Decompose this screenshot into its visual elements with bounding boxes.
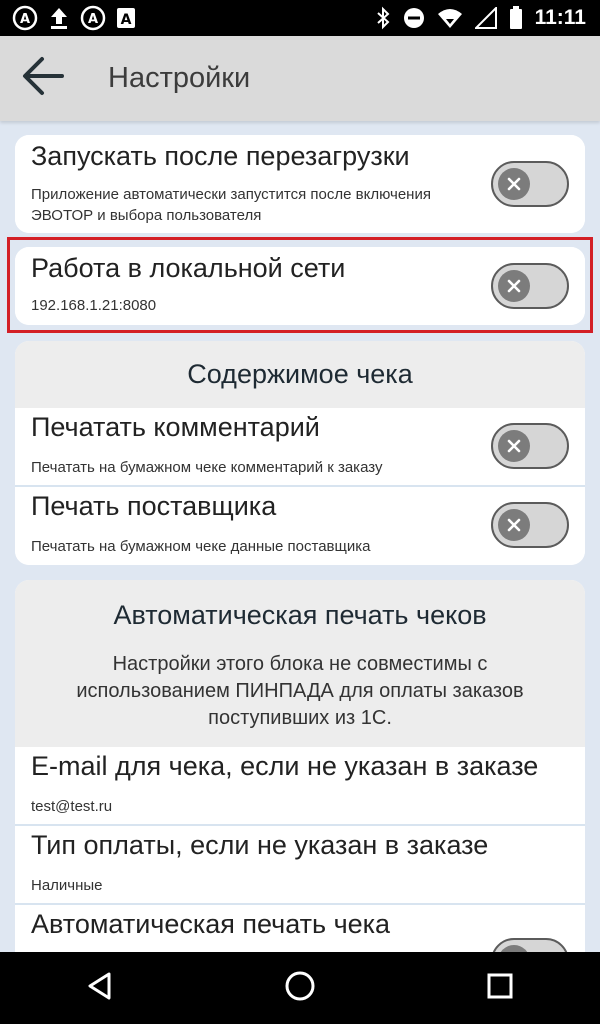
status-time: 11:11 <box>534 6 586 29</box>
wifi-icon <box>437 7 463 29</box>
print-comment-title: Печатать комментарий <box>31 412 320 442</box>
nav-home-icon <box>284 970 316 1007</box>
bluetooth-icon <box>375 6 391 30</box>
email-value: test@test.ru <box>31 798 113 815</box>
local-network-toggle[interactable] <box>491 263 569 309</box>
nav-recents-icon <box>486 972 514 1005</box>
svg-text:A: A <box>121 12 132 28</box>
close-icon <box>498 168 530 200</box>
auto-print-receipt-title: Автоматическая печать чека <box>31 909 391 939</box>
autostart-subtitle: Приложение автоматически запустится посл… <box>31 186 431 224</box>
nav-home-button[interactable] <box>260 958 340 1018</box>
receipt-content-header: Содержимое чека <box>15 341 585 408</box>
app-badge-icon: A <box>80 5 106 31</box>
local-network-title: Работа в локальной сети <box>31 253 346 283</box>
nav-back-button[interactable] <box>60 958 140 1018</box>
print-supplier-title: Печать поставщика <box>31 491 277 521</box>
autostart-title: Запускать после перезагрузки <box>31 141 410 171</box>
autostart-toggle[interactable] <box>491 161 569 207</box>
battery-icon <box>509 6 523 30</box>
do-not-disturb-icon <box>403 7 425 29</box>
settings-list[interactable]: Запускать после перезагрузки Приложение … <box>0 121 600 952</box>
close-icon <box>498 509 530 541</box>
signal-icon <box>474 7 497 29</box>
autostart-row[interactable]: Запускать после перезагрузки Приложение … <box>15 135 585 233</box>
local-network-row[interactable]: Работа в локальной сети 192.168.1.21:808… <box>15 247 585 325</box>
print-comment-row[interactable]: Печатать комментарий Печатать на бумажно… <box>15 408 585 485</box>
close-icon <box>498 270 530 302</box>
upload-icon <box>48 5 70 31</box>
payment-type-value: Наличные <box>31 877 103 894</box>
print-supplier-subtitle: Печатать на бумажном чеке данные поставщ… <box>31 538 371 555</box>
payment-type-row[interactable]: Тип оплаты, если не указан в заказе Нали… <box>15 826 585 903</box>
arrow-back-icon <box>20 56 64 101</box>
status-bar: A A A 11:11 <box>0 0 600 36</box>
auto-print-header: Автоматическая печать чеков <box>113 600 487 630</box>
local-network-address: 192.168.1.21:8080 <box>31 297 157 314</box>
print-comment-subtitle: Печатать на бумажном чеке комментарий к … <box>31 459 383 476</box>
email-row[interactable]: E-mail для чека, если не указан в заказе… <box>15 747 585 824</box>
nav-back-icon <box>85 971 115 1006</box>
text-a-icon: A <box>116 7 136 29</box>
close-icon <box>498 430 530 462</box>
back-button[interactable] <box>12 49 72 109</box>
receipt-content-card: Содержимое чека Печатать комментарий Печ… <box>15 341 585 565</box>
autostart-card: Запускать после перезагрузки Приложение … <box>15 135 585 233</box>
local-network-card: Работа в локальной сети 192.168.1.21:808… <box>15 247 585 325</box>
svg-text:A: A <box>88 12 98 27</box>
print-supplier-row[interactable]: Печать поставщика Печатать на бумажном ч… <box>15 487 585 565</box>
auto-print-note: Настройки этого блока не совместимы с ис… <box>76 653 524 729</box>
auto-print-header-block: Автоматическая печать чеков Настройки эт… <box>15 580 585 747</box>
app-bar: Настройки <box>0 36 600 121</box>
nav-recents-button[interactable] <box>460 958 540 1018</box>
auto-print-receipt-row[interactable]: Автоматическая печать чека <box>15 905 585 952</box>
print-comment-toggle[interactable] <box>491 423 569 469</box>
app-badge-icon: A <box>12 5 38 31</box>
page-title: Настройки <box>108 62 251 94</box>
auto-print-receipt-toggle[interactable] <box>491 938 569 952</box>
close-icon <box>498 945 530 952</box>
auto-print-card: Автоматическая печать чеков Настройки эт… <box>15 580 585 952</box>
print-supplier-toggle[interactable] <box>491 502 569 548</box>
email-title: E-mail для чека, если не указан в заказе <box>31 751 539 781</box>
svg-text:A: A <box>20 12 30 27</box>
navigation-bar <box>0 952 600 1024</box>
payment-type-title: Тип оплаты, если не указан в заказе <box>31 830 489 860</box>
